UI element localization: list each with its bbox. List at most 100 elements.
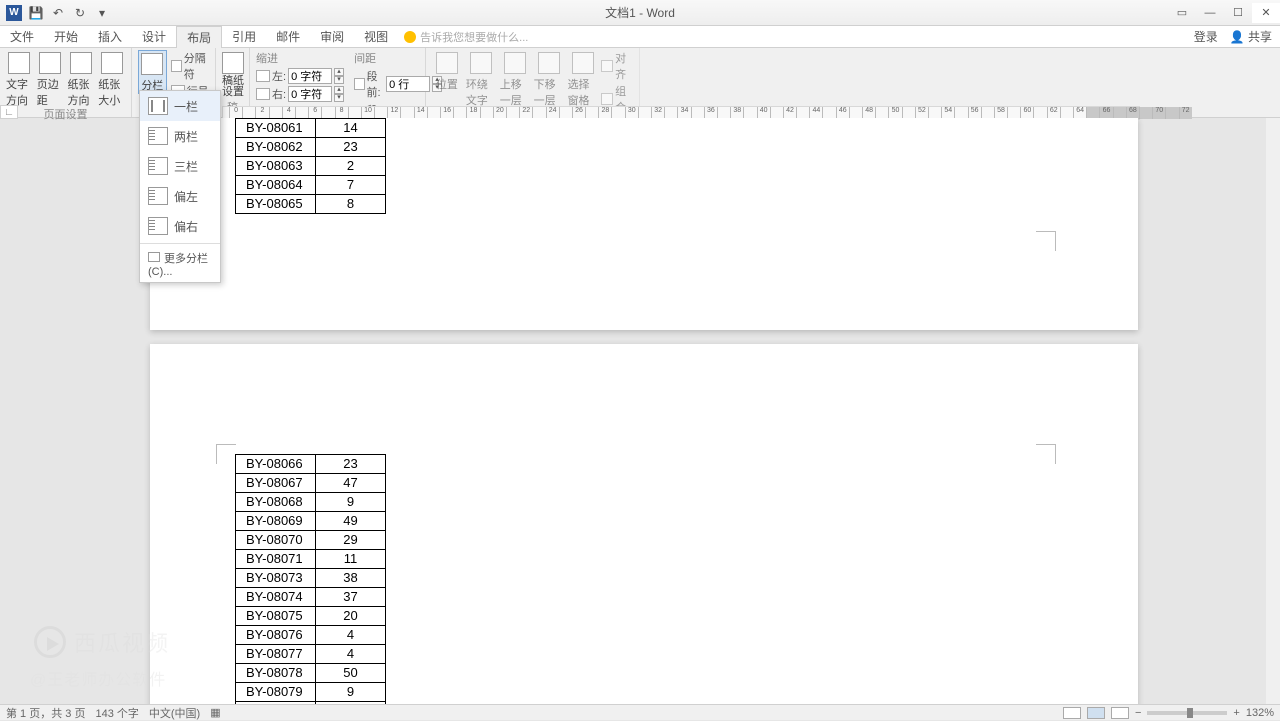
tab-file[interactable]: 文件 [0, 26, 44, 48]
columns-button[interactable]: 分栏 [138, 50, 167, 94]
cell-code[interactable]: BY-08075 [236, 607, 316, 626]
data-table-2[interactable]: BY-0806623BY-0806747BY-080689BY-0806949B… [235, 454, 386, 704]
view-print-layout[interactable] [1087, 707, 1105, 719]
view-read-mode[interactable] [1063, 707, 1081, 719]
columns-option-two[interactable]: 两栏 [140, 121, 220, 151]
tell-me-search[interactable]: 告诉我您想要做什么... [404, 29, 528, 45]
tab-layout[interactable]: 布局 [176, 26, 222, 48]
login-button[interactable]: 登录 [1194, 28, 1218, 45]
cell-value[interactable]: 50 [316, 664, 386, 683]
status-page[interactable]: 第 1 页，共 3 页 [6, 705, 85, 721]
cell-value[interactable]: 8 [316, 195, 386, 214]
cell-code[interactable]: BY-08061 [236, 119, 316, 138]
zoom-level[interactable]: 132% [1246, 707, 1274, 719]
spin-up[interactable]: ▴ [334, 68, 344, 76]
table-row[interactable]: BY-0807850 [236, 664, 386, 683]
table-row[interactable]: BY-080647 [236, 176, 386, 195]
more-columns-option[interactable]: 更多分栏(C)... [140, 246, 220, 282]
zoom-out-button[interactable]: − [1135, 707, 1141, 719]
size-button[interactable]: 纸张大小 [98, 50, 125, 108]
cell-code[interactable]: BY-08067 [236, 474, 316, 493]
paper-settings-button[interactable]: 稿纸 设置 [222, 50, 244, 98]
cell-value[interactable]: 47 [316, 474, 386, 493]
tab-design[interactable]: 设计 [132, 26, 176, 48]
cell-code[interactable]: BY-08065 [236, 195, 316, 214]
columns-option-one[interactable]: 一栏 [140, 91, 220, 121]
cell-value[interactable]: 7 [316, 176, 386, 195]
cell-value[interactable]: 4 [316, 645, 386, 664]
table-row[interactable]: BY-0806747 [236, 474, 386, 493]
cell-code[interactable]: BY-08062 [236, 138, 316, 157]
cell-code[interactable]: BY-08063 [236, 157, 316, 176]
table-row[interactable]: BY-080689 [236, 493, 386, 512]
cell-code[interactable]: BY-08071 [236, 550, 316, 569]
cell-code[interactable]: BY-08068 [236, 493, 316, 512]
cell-value[interactable]: 37 [316, 588, 386, 607]
cell-value[interactable]: 11 [316, 550, 386, 569]
cell-value[interactable]: 23 [316, 138, 386, 157]
undo-icon[interactable]: ↶ [50, 5, 66, 21]
table-row[interactable]: BY-080799 [236, 683, 386, 702]
cell-code[interactable]: BY-08079 [236, 683, 316, 702]
cell-code[interactable]: BY-08064 [236, 176, 316, 195]
breaks-button[interactable]: 分隔符 [171, 50, 209, 82]
share-button[interactable]: 👤 共享 [1230, 28, 1272, 45]
table-row[interactable]: BY-080764 [236, 626, 386, 645]
cell-code[interactable]: BY-08069 [236, 512, 316, 531]
table-row[interactable]: BY-080774 [236, 645, 386, 664]
zoom-in-button[interactable]: + [1233, 707, 1239, 719]
columns-option-left[interactable]: 偏左 [140, 181, 220, 211]
columns-option-right[interactable]: 偏右 [140, 211, 220, 241]
table-row[interactable]: BY-0806114 [236, 119, 386, 138]
cell-code[interactable]: BY-08078 [236, 664, 316, 683]
cell-value[interactable]: 29 [316, 531, 386, 550]
status-language[interactable]: 中文(中国) [149, 705, 200, 721]
zoom-slider[interactable] [1147, 711, 1227, 715]
save-icon[interactable]: 💾 [28, 5, 44, 21]
indent-right-input[interactable] [288, 86, 332, 102]
table-row[interactable]: BY-0807111 [236, 550, 386, 569]
data-table-1[interactable]: BY-0806114BY-0806223BY-080632BY-080647BY… [235, 118, 386, 214]
cell-code[interactable]: BY-08077 [236, 645, 316, 664]
cell-value[interactable]: 4 [316, 626, 386, 645]
cell-value[interactable]: 2 [316, 157, 386, 176]
tab-references[interactable]: 引用 [222, 26, 266, 48]
spin-down[interactable]: ▾ [334, 76, 344, 84]
cell-value[interactable]: 49 [316, 512, 386, 531]
cell-code[interactable]: BY-08073 [236, 569, 316, 588]
text-direction-button[interactable]: 文字方向 [6, 50, 33, 108]
table-row[interactable]: BY-0807520 [236, 607, 386, 626]
close-button[interactable]: ✕ [1252, 3, 1280, 23]
tab-home[interactable]: 开始 [44, 26, 88, 48]
cell-code[interactable]: BY-08070 [236, 531, 316, 550]
margins-button[interactable]: 页边距 [37, 50, 64, 108]
spacing-before-input[interactable] [386, 76, 430, 92]
selection-pane-button[interactable]: 选择窗格 [568, 50, 598, 108]
table-row[interactable]: BY-0806223 [236, 138, 386, 157]
cell-code[interactable]: BY-08074 [236, 588, 316, 607]
cell-value[interactable]: 20 [316, 607, 386, 626]
table-row[interactable]: BY-0806949 [236, 512, 386, 531]
cell-value[interactable]: 38 [316, 569, 386, 588]
qat-dropdown-icon[interactable]: ▾ [94, 5, 110, 21]
cell-value[interactable]: 9 [316, 493, 386, 512]
cell-value[interactable]: 9 [316, 683, 386, 702]
table-row[interactable]: BY-080632 [236, 157, 386, 176]
table-row[interactable]: BY-0806623 [236, 455, 386, 474]
cell-value[interactable]: 23 [316, 455, 386, 474]
view-web-layout[interactable] [1111, 707, 1129, 719]
table-row[interactable]: BY-080658 [236, 195, 386, 214]
status-macro-icon[interactable]: ▦ [210, 706, 220, 719]
cell-code[interactable]: BY-08076 [236, 626, 316, 645]
table-row[interactable]: BY-0807338 [236, 569, 386, 588]
status-word-count[interactable]: 143 个字 [95, 705, 138, 721]
minimize-button[interactable]: — [1196, 3, 1224, 23]
orientation-button[interactable]: 纸张方向 [68, 50, 95, 108]
tab-insert[interactable]: 插入 [88, 26, 132, 48]
redo-icon[interactable]: ↻ [72, 5, 88, 21]
indent-left-input[interactable] [288, 68, 332, 84]
align-button[interactable]: 对齐 [601, 50, 633, 82]
cell-code[interactable]: BY-08066 [236, 455, 316, 474]
tab-view[interactable]: 视图 [354, 26, 398, 48]
columns-option-three[interactable]: 三栏 [140, 151, 220, 181]
